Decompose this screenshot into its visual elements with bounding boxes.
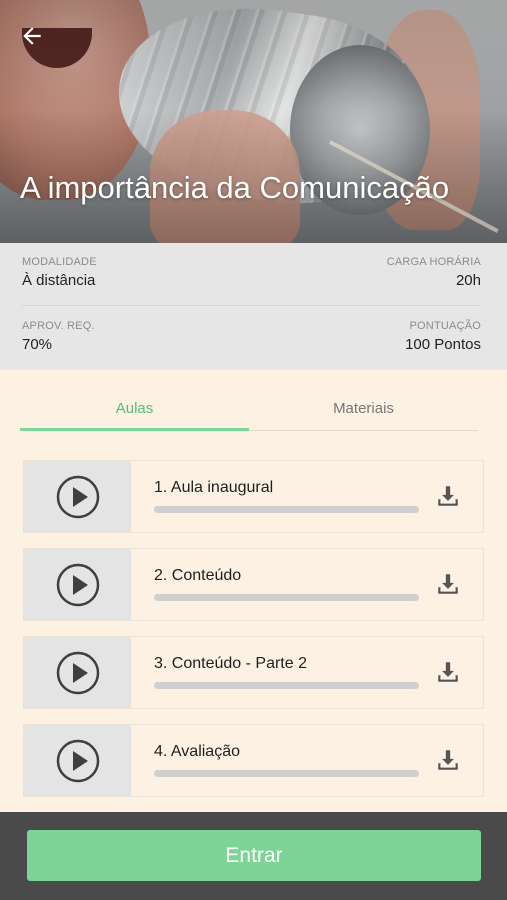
active-tab-indicator (20, 428, 249, 431)
download-icon[interactable] (435, 571, 461, 597)
play-circle-icon[interactable] (55, 474, 101, 520)
lesson-title: 3. Conteúdo - Parte 2 (154, 655, 307, 672)
carga-horaria-info: CARGA HORÁRIA 20h (387, 256, 481, 289)
course-detail-screen: A importância da Comunicação MODALIDADE … (0, 0, 507, 900)
play-circle-icon[interactable] (55, 650, 101, 696)
tab-bar: Aulas Materiais (20, 385, 478, 431)
tab-materiais[interactable]: Materiais (249, 385, 478, 431)
lesson-title: 2. Conteúdo (154, 567, 242, 584)
lesson-thumbnail (24, 725, 131, 796)
lesson-progress-bar (154, 770, 419, 777)
carga-horaria-value: 20h (455, 272, 481, 289)
modalidade-label: MODALIDADE (22, 256, 97, 268)
aprovacao-label: APROV. REQ. (22, 320, 95, 332)
modalidade-info: MODALIDADE À distância (22, 256, 97, 289)
lesson-item[interactable]: 1. Aula inaugural (23, 460, 484, 533)
pontuacao-info: PONTUAÇÃO 100 Pontos (405, 320, 481, 353)
lesson-title: 1. Aula inaugural (154, 479, 274, 496)
tab-aulas[interactable]: Aulas (20, 385, 249, 431)
play-circle-icon[interactable] (55, 738, 101, 784)
lesson-item[interactable]: 3. Conteúdo - Parte 2 (23, 636, 484, 709)
aprovacao-value: 70% (22, 336, 53, 353)
lesson-progress-bar (154, 506, 419, 513)
lesson-progress-bar (154, 594, 419, 601)
download-icon[interactable] (435, 483, 461, 509)
download-icon[interactable] (435, 747, 461, 773)
lesson-thumbnail (24, 461, 131, 532)
lesson-title: 4. Avaliação (154, 743, 240, 760)
play-circle-icon[interactable] (55, 562, 101, 608)
lesson-item[interactable]: 4. Avaliação (23, 724, 484, 797)
hero-banner: A importância da Comunicação (0, 0, 507, 243)
carga-horaria-label: CARGA HORÁRIA (386, 256, 481, 268)
aprovacao-info: APROV. REQ. 70% (22, 320, 95, 353)
arrow-left-icon (23, 27, 41, 45)
download-icon[interactable] (435, 659, 461, 685)
page-title: A importância da Comunicação (20, 170, 450, 205)
enter-button[interactable]: Entrar (27, 830, 481, 881)
course-info-panel: MODALIDADE À distância CARGA HORÁRIA 20h… (0, 243, 507, 370)
lesson-thumbnail (24, 637, 131, 708)
lesson-item[interactable]: 2. Conteúdo (23, 548, 484, 621)
lesson-thumbnail (24, 549, 131, 620)
lesson-progress-bar (154, 682, 419, 689)
back-button[interactable] (14, 18, 50, 54)
modalidade-value: À distância (22, 272, 96, 289)
footer-bar: Entrar (0, 812, 507, 900)
pontuacao-label: PONTUAÇÃO (409, 320, 481, 332)
pontuacao-value: 100 Pontos (405, 336, 481, 353)
